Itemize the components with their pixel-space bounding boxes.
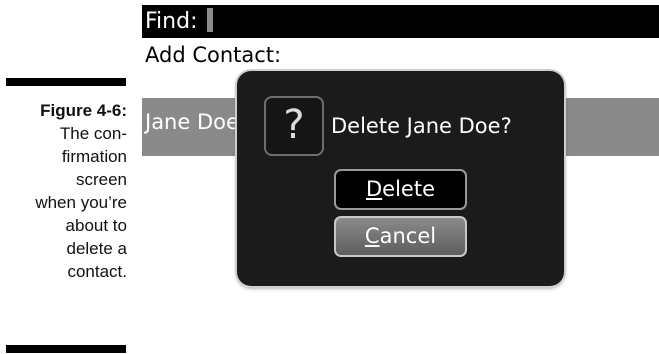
- figure-rule-top: [6, 78, 126, 86]
- contact-name: Jane Doe: [145, 110, 239, 134]
- find-bar[interactable]: Find:: [142, 5, 659, 38]
- figure-caption: Figure 4-6: The con- firmation screen wh…: [0, 99, 127, 283]
- cancel-mnemonic: C: [364, 224, 380, 248]
- question-mark-icon: ?: [264, 96, 324, 156]
- delete-label-rest: elete: [382, 177, 435, 201]
- figure-caption-text: The con- firmation screen when you’re ab…: [35, 124, 127, 281]
- delete-button[interactable]: Delete: [334, 169, 467, 210]
- find-label: Find:: [145, 9, 198, 34]
- text-cursor: [206, 8, 213, 32]
- cancel-label-rest: ancel: [379, 224, 437, 248]
- figure-label: Figure 4-6:: [40, 101, 127, 120]
- cancel-button[interactable]: Cancel: [334, 216, 467, 257]
- dialog-message: Delete Jane Doe?: [331, 114, 512, 138]
- figure-rule-bottom: [6, 345, 126, 353]
- add-contact-item[interactable]: Add Contact:: [145, 43, 281, 67]
- delete-mnemonic: D: [366, 177, 383, 201]
